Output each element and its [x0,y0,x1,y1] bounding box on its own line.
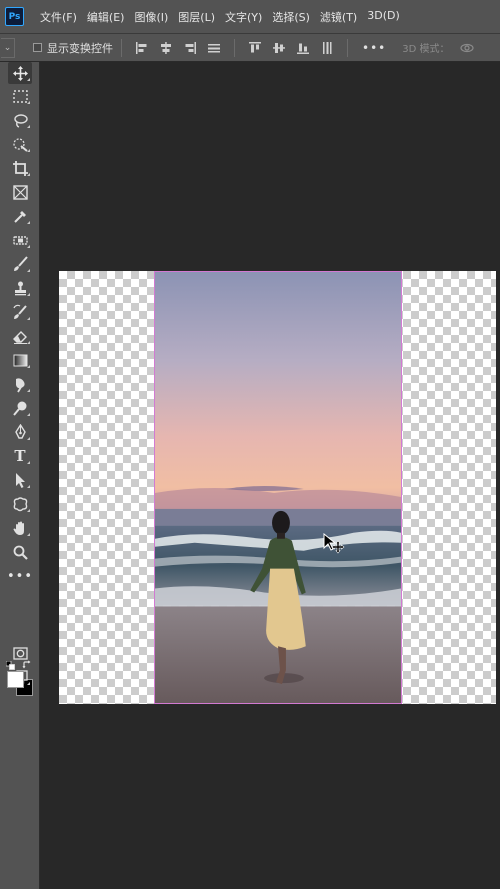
custom-shape-tool[interactable] [8,493,32,515]
options-divider [347,38,348,57]
align-bottom-edges-icon[interactable] [296,41,310,55]
main-menu: 文件(F) 编辑(E) 图像(I) 图层(L) 文字(Y) 选择(S) 滤镜(T… [40,9,410,25]
menu-type[interactable]: 文字(Y) [225,9,262,25]
dodge-icon [12,401,26,416]
pen-tool[interactable] [8,421,32,443]
3d-mode-label: 3D 模式： [402,44,450,55]
path-selection-tool[interactable] [8,469,32,491]
pen-icon [14,423,26,439]
eyedropper-icon [13,210,26,223]
edit-toolbar-button[interactable]: ••• [7,565,34,587]
menu-select[interactable]: 选择(S) [272,9,310,25]
hand-tool[interactable] [8,517,32,539]
frame-tool[interactable] [8,181,32,203]
menu-file[interactable]: 文件(F) [40,9,77,25]
3d-orbit-icon[interactable] [459,40,475,56]
magnifier-icon [13,545,28,560]
move-tool[interactable] [8,62,32,84]
options-divider [121,38,122,57]
shape-icon [13,496,27,511]
align-top-edges-icon[interactable] [248,41,262,55]
align-left-edges-icon[interactable] [135,41,149,55]
gradient-icon [13,354,27,366]
beach-photo-layer[interactable] [154,271,402,704]
move-cursor [323,533,345,555]
menu-layer[interactable]: 图层(L) [178,9,215,25]
dodge-tool[interactable] [8,397,32,419]
arrow-pointer-icon [15,472,25,488]
stamp-icon [14,281,26,295]
eraser-tool[interactable] [8,325,32,347]
quick-selection-icon [12,137,28,152]
tools-panel: T ••• [0,62,40,889]
crop-icon [12,160,28,176]
tool-preset-dropdown[interactable]: ⌄ [1,37,15,58]
clone-stamp-tool[interactable] [8,277,32,299]
rectangular-marquee-icon [12,89,28,103]
zoom-tool[interactable] [8,541,32,563]
eraser-icon [12,330,27,344]
menu-3d[interactable]: 3D(D) [367,9,400,25]
photoshop-logo: Ps [5,7,24,26]
type-tool[interactable]: T [8,445,32,467]
quick-mask-button[interactable] [8,642,32,664]
smudge-icon [15,377,25,392]
chevron-down-icon: ⌄ [3,42,12,53]
distribute-vertical-icon[interactable] [320,41,334,55]
hand-icon [13,521,24,535]
crop-tool[interactable] [8,157,32,179]
beach-sunset-image [155,272,401,703]
show-transform-controls-label: 显示变换控件 [47,41,113,55]
eyedropper-tool[interactable] [8,205,32,227]
menu-bar: Ps 文件(F) 编辑(E) 图像(I) 图层(L) 文字(Y) 选择(S) 滤… [0,0,500,33]
type-icon: T [14,447,26,465]
align-vertical-centers-icon[interactable] [272,41,286,55]
quick-mask-icon [12,646,28,660]
move-icon [12,65,28,81]
frame-icon [12,184,28,200]
align-horizontal-centers-icon[interactable] [159,41,173,55]
distribute-horizontal-icon[interactable] [207,41,221,55]
menu-filter[interactable]: 滤镜(T) [320,9,357,25]
marquee-tool[interactable] [8,85,32,107]
lasso-icon [13,113,28,128]
lasso-tool[interactable] [8,109,32,131]
blur-tool[interactable] [8,373,32,395]
foreground-color-swatch[interactable] [7,671,24,688]
show-transform-controls-checkbox[interactable] [33,43,42,52]
quick-selection-tool[interactable] [8,133,32,155]
options-divider [234,38,235,57]
options-bar: ⌄ 显示变换控件 ••• 3D 模式： [0,33,500,62]
gradient-tool[interactable] [8,349,32,371]
brush-icon [13,255,28,271]
more-options-button[interactable]: ••• [362,41,386,55]
menu-edit[interactable]: 编辑(E) [87,9,125,25]
healing-brush-tool[interactable] [8,229,32,251]
history-brush-tool[interactable] [8,301,32,323]
align-right-edges-icon[interactable] [183,41,197,55]
bandage-icon [12,235,28,245]
brush-tool[interactable] [8,253,32,275]
history-brush-icon [12,304,27,319]
more-tools-icon: ••• [7,568,34,584]
menu-image[interactable]: 图像(I) [134,9,168,25]
